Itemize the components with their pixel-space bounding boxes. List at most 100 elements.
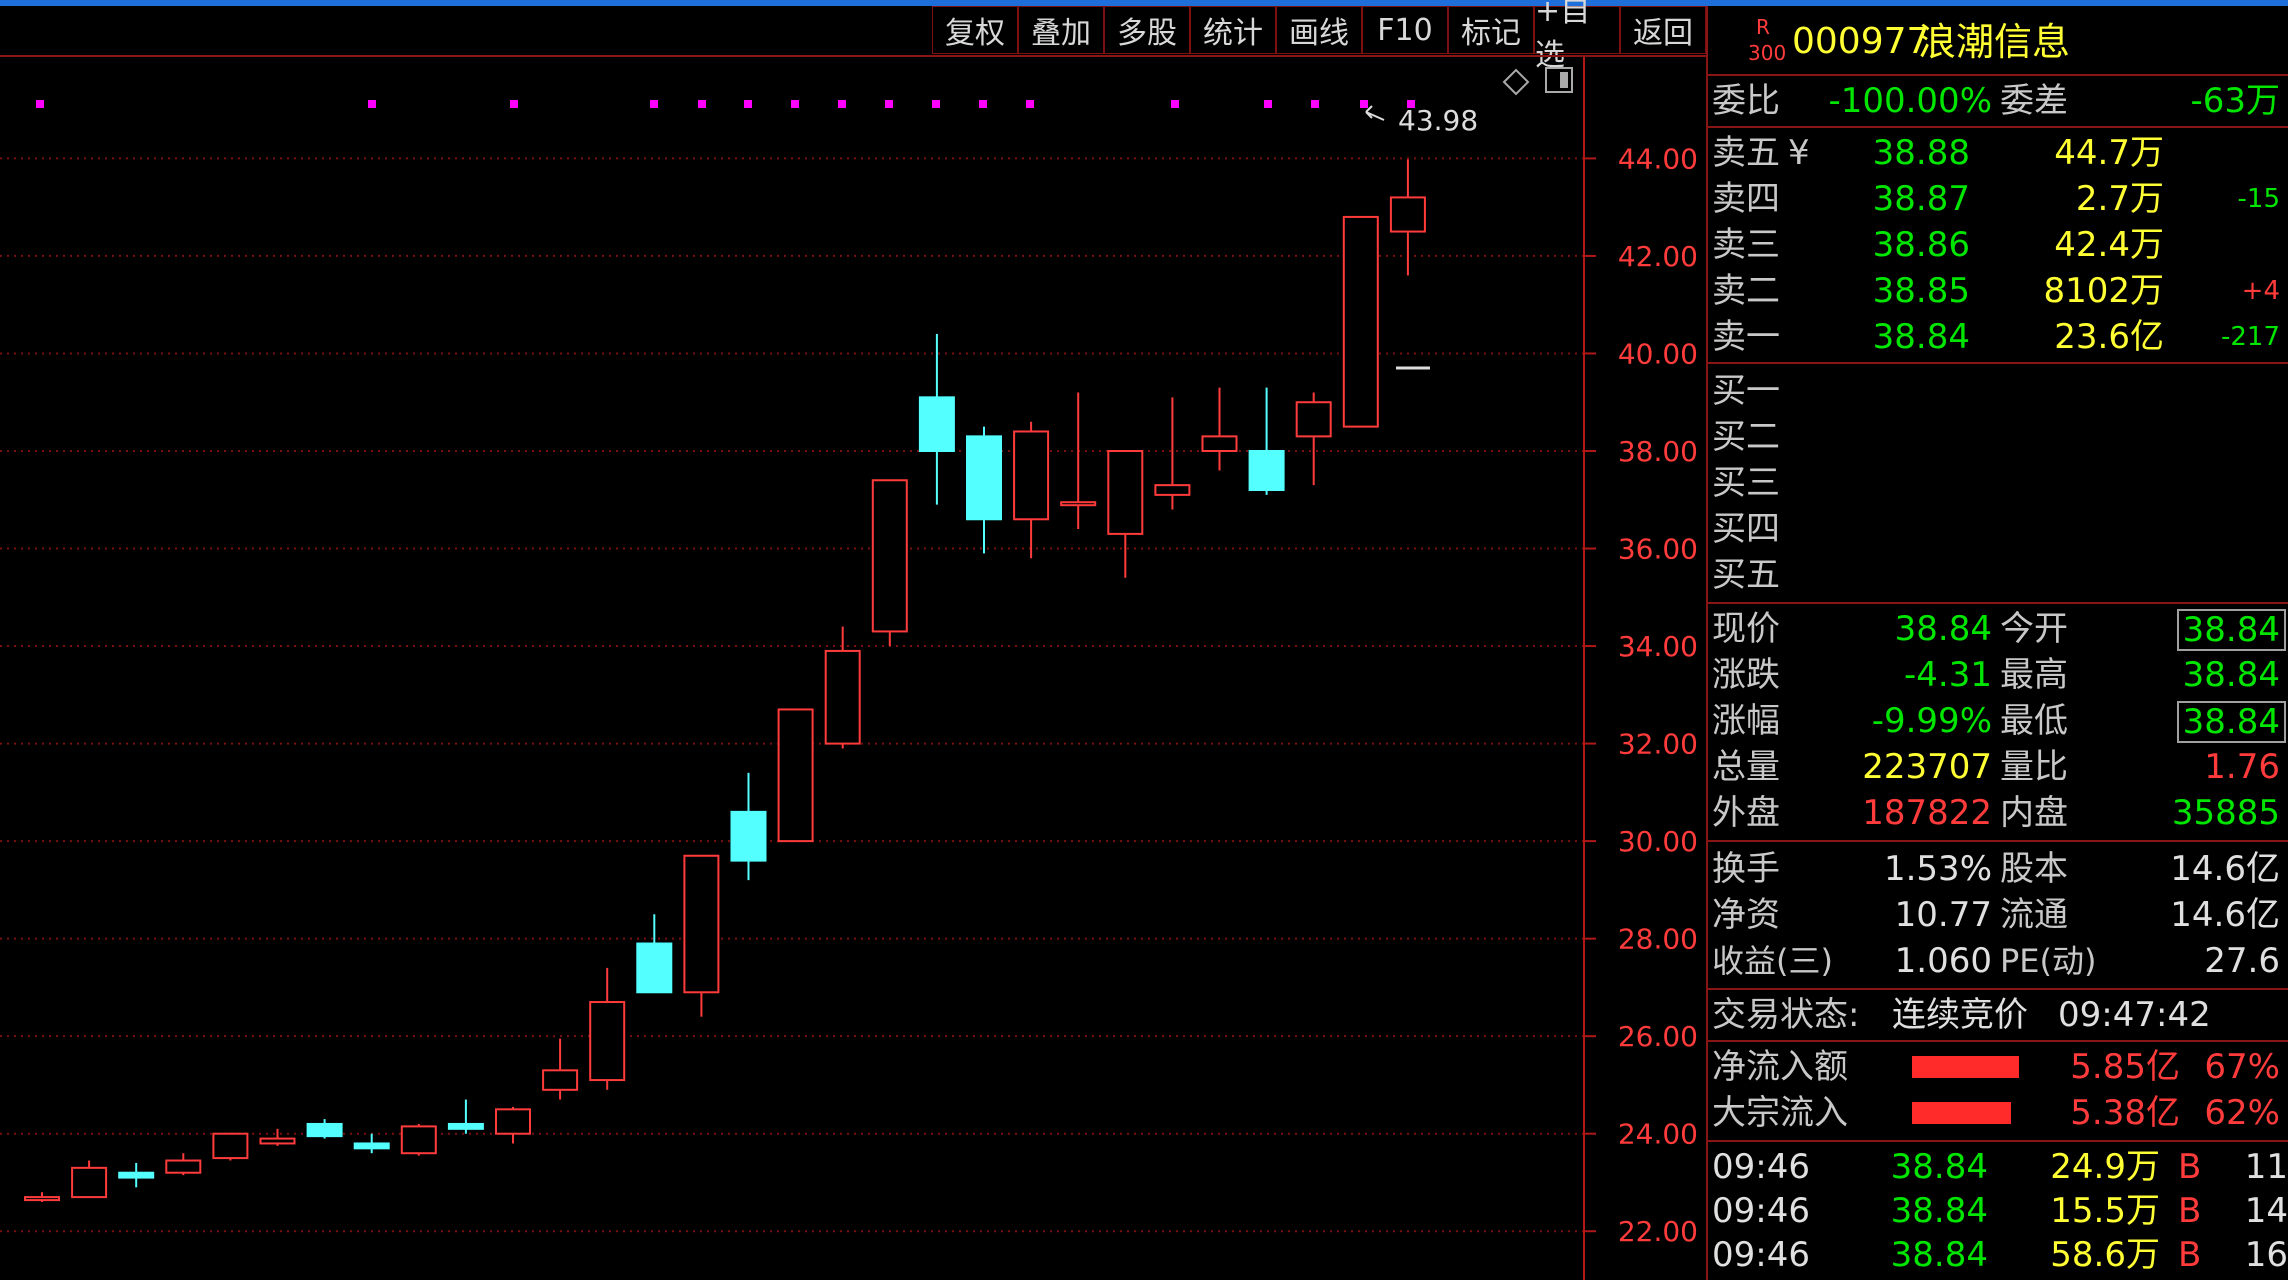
candle[interactable] (212, 1132, 249, 1161)
sell-row[interactable]: 卖一 38.84 23.6亿 -217 (1708, 314, 2288, 360)
stock-name: 浪潮信息 (1918, 20, 2071, 64)
sell-row[interactable]: 卖二 38.85 8102万 +4 (1708, 268, 2288, 314)
candle[interactable] (165, 1153, 202, 1176)
candlestick-chart[interactable]: 44.00 42.00 40.00 38.00 36.00 34.00 32.00 30.00… (0, 0, 1706, 1280)
flow-percent: 62% (2204, 1093, 2280, 1133)
stock-header: R 300 000977 浪潮信息 (1708, 16, 2288, 68)
buy-row[interactable]: 买三 (1708, 460, 2288, 506)
diamond-icon[interactable] (1502, 68, 1530, 96)
candle[interactable] (589, 967, 626, 1090)
y-tick-label: 36.00 (1618, 533, 1698, 566)
signal-dot (932, 100, 940, 108)
quote-value: 35885 (2171, 793, 2280, 833)
y-tick-label: 30.00 (1618, 825, 1698, 858)
candle[interactable] (683, 854, 720, 1017)
candle[interactable] (730, 772, 767, 881)
candle[interactable] (1107, 449, 1144, 578)
candles-layer (24, 159, 1426, 1202)
sell-change: +4 (2241, 276, 2280, 306)
tick-row[interactable]: 09:46 38.84 58.6万 B 16 (1708, 1232, 2288, 1276)
candle-body (447, 1122, 484, 1130)
buy-label: 买四 (1712, 509, 1780, 549)
sell-price: 38.84 (1872, 317, 1970, 357)
fundamental-label: 换手 (1712, 849, 1780, 889)
quote-value: 38.84 (2182, 655, 2280, 695)
candle-body (165, 1159, 202, 1174)
candle[interactable] (918, 333, 955, 505)
quote-row: 涨跌 -4.31 最高 38.84 (1708, 652, 2288, 698)
sell-price: 38.88 (1872, 133, 1970, 173)
y-tick-label: 24.00 (1618, 1118, 1698, 1151)
flow-percent: 67% (2204, 1047, 2280, 1087)
candle[interactable] (636, 914, 673, 994)
sell-mark: ¥ (1788, 133, 1810, 173)
quote-value: -4.31 (1904, 655, 1992, 695)
candle[interactable] (1060, 392, 1097, 530)
buy-row[interactable]: 买四 (1708, 506, 2288, 552)
buy-row[interactable]: 买一 (1708, 368, 2288, 414)
y-tick-label: 40.00 (1618, 337, 1698, 370)
sell-row[interactable]: 卖四 38.87 2.7万 -15 (1708, 176, 2288, 222)
buy-row[interactable]: 买五 (1708, 552, 2288, 598)
panel-toggle-icon[interactable] (1545, 67, 1573, 93)
candle[interactable] (71, 1160, 108, 1199)
sell-label: 卖五 (1712, 133, 1780, 173)
candle[interactable] (1201, 387, 1238, 471)
quote-label: 内盘 (2000, 793, 2068, 833)
candle[interactable] (1013, 421, 1050, 559)
flow-amount: 5.85亿 (2070, 1047, 2180, 1087)
candle[interactable] (1154, 397, 1191, 510)
candle[interactable] (777, 708, 814, 843)
candle[interactable] (24, 1192, 60, 1202)
candle[interactable] (824, 626, 861, 749)
flow-bar (1912, 1102, 2011, 1124)
stock-tag-bottom: 300 (1748, 41, 1787, 65)
quote-value: 38.84 (2176, 609, 2286, 651)
candle[interactable] (118, 1162, 155, 1188)
candle[interactable] (259, 1128, 296, 1146)
fundamental-value: 14.6亿 (2170, 895, 2280, 935)
signal-dot (979, 100, 987, 108)
buy-label: 买五 (1712, 555, 1780, 595)
signal-dot (838, 100, 846, 108)
signal-dot (1171, 100, 1179, 108)
sell-price: 38.87 (1872, 179, 1970, 219)
candle[interactable] (1389, 159, 1426, 276)
weibi-row: 委比 -100.00% 委差 -63万 (1708, 78, 2288, 124)
candle[interactable] (353, 1133, 390, 1154)
candle[interactable] (306, 1119, 343, 1139)
candle[interactable] (495, 1106, 531, 1144)
sell-change: -217 (2220, 322, 2280, 352)
candle[interactable] (966, 426, 1002, 554)
signal-dot (698, 100, 706, 108)
sell-row[interactable]: 卖五 ¥ 38.88 44.7万 (1708, 130, 2288, 176)
candle-body (918, 396, 955, 452)
trade-status-label: 交易状态: (1712, 995, 1860, 1035)
tick-volume: 24.9万 (2050, 1147, 2160, 1187)
candle[interactable] (1342, 215, 1379, 428)
signal-dot (1026, 100, 1034, 108)
tick-row[interactable]: 09:46 38.84 15.5万 B 14 (1708, 1188, 2288, 1232)
signal-dot (1264, 100, 1272, 108)
tick-count: 11 (2244, 1147, 2288, 1187)
candle[interactable] (1295, 392, 1332, 486)
candle[interactable] (871, 479, 908, 647)
stock-tag-top: R (1756, 15, 1770, 39)
quote-value: 38.84 (2176, 701, 2286, 743)
candle-body (1013, 430, 1050, 521)
candle[interactable] (447, 1099, 484, 1134)
buy-row[interactable]: 买二 (1708, 414, 2288, 460)
sell-change: -15 (2237, 184, 2280, 214)
fundamental-value: 10.77 (1894, 895, 1992, 935)
tick-price: 38.84 (1890, 1235, 1988, 1275)
fundamental-row: 收益(三) 1.060 PE(动) 27.6 (1708, 938, 2288, 984)
candle-body (824, 649, 861, 745)
candle-body (212, 1132, 249, 1160)
y-tick-label: 44.00 (1618, 142, 1698, 175)
candle[interactable] (542, 1038, 579, 1100)
tick-time: 09:46 (1712, 1191, 1810, 1231)
candle[interactable] (400, 1123, 437, 1156)
candle[interactable] (1248, 387, 1285, 495)
tick-row[interactable]: 09:46 38.84 24.9万 B 11 (1708, 1144, 2288, 1188)
sell-row[interactable]: 卖三 38.86 42.4万 (1708, 222, 2288, 268)
